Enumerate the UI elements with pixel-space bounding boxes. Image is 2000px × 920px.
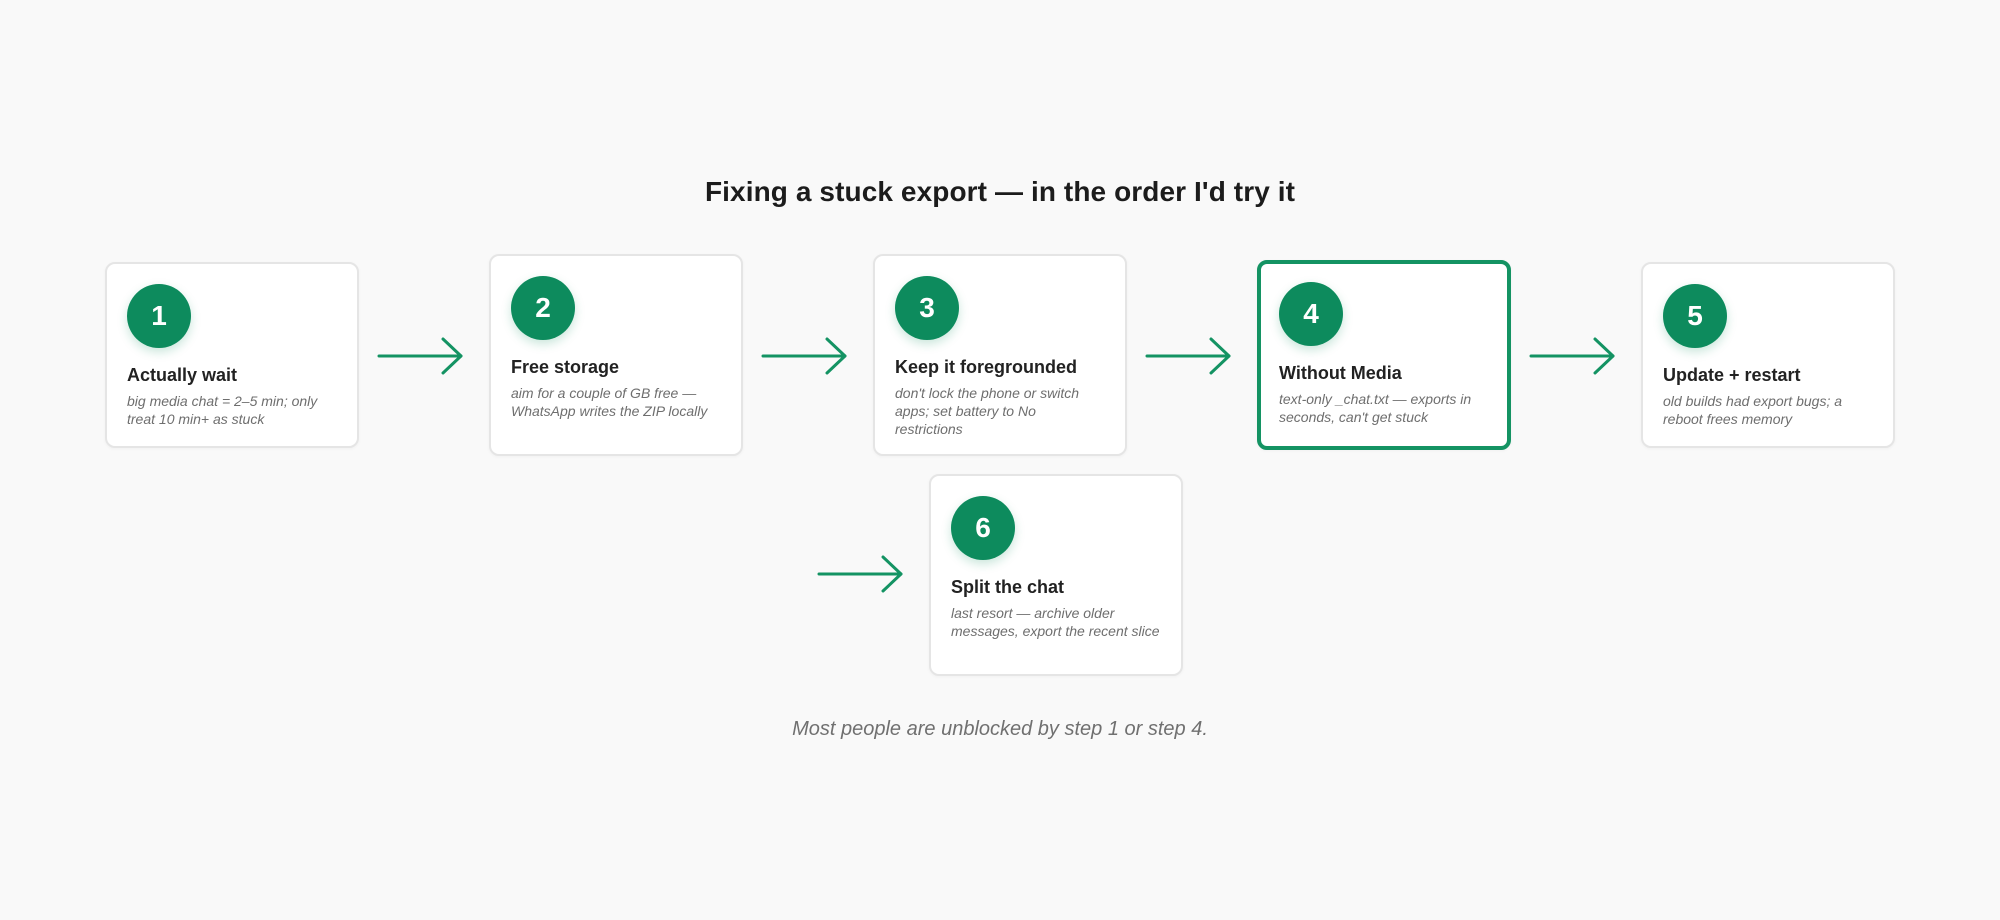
step-number-badge: 4 — [1279, 282, 1343, 346]
step-title: Split the chat — [951, 577, 1065, 597]
step-card-2: 2 Free storage aim for a couple of GB fr… — [489, 254, 743, 456]
step-number-badge: 1 — [127, 284, 191, 348]
arrow-right-icon — [1145, 337, 1231, 375]
diagram-title: Fixing a stuck export — in the order I'd… — [704, 176, 1296, 207]
step-card-6: 6 Split the chat last resort — archive o… — [929, 474, 1183, 676]
step-description: text-only _chat.txt — exports in seconds… — [1279, 391, 1472, 425]
step-title: Update + restart — [1663, 365, 1801, 385]
step-card-4: 4 Without Media text-only _chat.txt — ex… — [1257, 260, 1511, 450]
step-title: Keep it foregrounded — [895, 357, 1078, 377]
step-card-5: 5 Update + restart old builds had export… — [1641, 262, 1895, 448]
arrow-right-icon — [1529, 337, 1615, 375]
step-description: big media chat = 2–5 min; only treat 10 … — [127, 393, 318, 427]
step-title: Without Media — [1279, 363, 1402, 383]
arrow-right-icon — [377, 337, 463, 375]
step-number-badge: 3 — [895, 276, 959, 340]
step-card-1: 1 Actually wait big media chat = 2–5 min… — [105, 262, 359, 448]
step-title: Free storage — [511, 357, 620, 377]
step-description: aim for a couple of GB free — WhatsApp w… — [511, 385, 708, 419]
step-number-badge: 2 — [511, 276, 575, 340]
footnote: Most people are unblocked by step 1 or s… — [792, 718, 1208, 740]
step-description: old builds had export bugs; a reboot fre… — [1663, 393, 1843, 427]
step-title: Actually wait — [127, 365, 238, 385]
step-card-3: 3 Keep it foregrounded don't lock the ph… — [873, 254, 1127, 456]
arrow-right-icon — [817, 555, 903, 593]
step-description: don't lock the phone or switch apps; set… — [895, 385, 1080, 437]
step-number-badge: 5 — [1663, 284, 1727, 348]
arrow-right-icon — [761, 337, 847, 375]
step-description: last resort — archive older messages, ex… — [951, 605, 1160, 639]
step-number-badge: 6 — [951, 496, 1015, 560]
